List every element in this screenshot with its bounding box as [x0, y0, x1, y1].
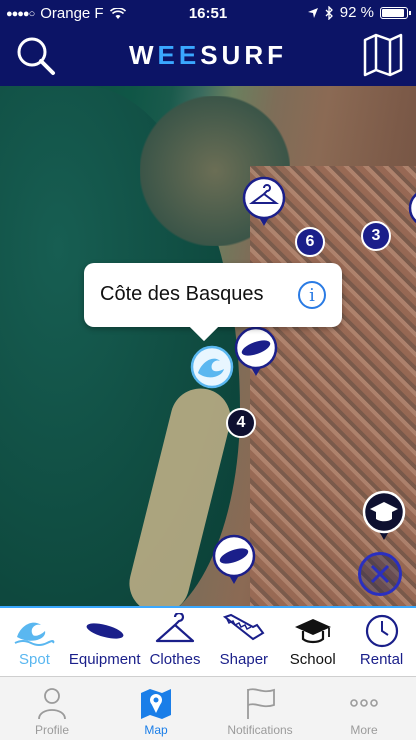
surfboard-marker-icon — [234, 326, 278, 376]
tab-notifications[interactable]: Notifications — [208, 677, 312, 740]
person-icon — [38, 688, 66, 720]
category-label: Rental — [359, 651, 404, 668]
category-clothes[interactable]: Clothes — [141, 608, 210, 676]
category-label: Spot — [19, 651, 50, 668]
satellite-map[interactable]: 6 3 4 Côte des Basques i — [0, 86, 416, 606]
info-button[interactable]: i — [298, 281, 326, 309]
equipment-pin[interactable] — [212, 534, 256, 586]
spot-pin-selected[interactable] — [190, 345, 234, 397]
more-icon — [350, 699, 378, 707]
cluster-badge[interactable]: 3 — [361, 221, 391, 251]
map-view-button[interactable] — [362, 32, 404, 78]
wave-icon — [14, 622, 55, 646]
category-label: Shaper — [219, 651, 269, 668]
tab-more[interactable]: More — [312, 677, 416, 740]
equipment-pin[interactable] — [234, 326, 278, 378]
category-label: Clothes — [149, 651, 201, 668]
bottom-tab-bar: Profile Map Notifications More — [0, 676, 416, 740]
location-arrow-icon — [307, 7, 318, 18]
school-pin[interactable] — [362, 490, 406, 542]
clothes-pin[interactable] — [242, 176, 286, 228]
battery-icon — [380, 6, 411, 19]
category-rental[interactable]: Rental — [347, 608, 416, 676]
close-filter-button[interactable] — [358, 552, 402, 596]
graduation-cap-marker-icon — [362, 490, 406, 540]
category-school[interactable]: School — [278, 608, 347, 676]
status-bar: ●●●●○ Orange F 16:51 92 % — [0, 0, 416, 28]
graduation-cap-icon — [294, 619, 331, 644]
hanger-marker-icon — [242, 176, 286, 226]
info-icon: i — [309, 284, 315, 306]
cluster-badge[interactable]: 4 — [226, 408, 256, 438]
callout-title: Côte des Basques — [100, 283, 264, 305]
tab-label: More — [350, 723, 378, 737]
battery-percent: 92 % — [339, 4, 374, 21]
surfboard-icon — [86, 623, 124, 639]
hanger-icon — [155, 613, 195, 643]
category-label: School — [289, 651, 336, 668]
offscreen-pin[interactable] — [406, 186, 416, 238]
tab-label: Map — [144, 723, 168, 737]
tab-label: Profile — [34, 723, 69, 737]
category-equipment[interactable]: Equipment — [69, 608, 141, 676]
app-header: WEESURF — [0, 28, 416, 86]
bluetooth-icon — [325, 5, 333, 20]
category-filter-bar: Spot Equipment Clothes Shaper School Ren… — [0, 606, 416, 676]
clock-icon — [365, 614, 398, 648]
status-right: 92 % — [307, 4, 411, 21]
close-icon — [370, 564, 390, 584]
cluster-badge[interactable]: 6 — [295, 227, 325, 257]
tab-profile[interactable]: Profile — [0, 677, 104, 740]
marker-icon — [408, 192, 416, 224]
app-logo: WEESURF — [128, 40, 287, 70]
tab-label: Notifications — [227, 723, 293, 737]
wave-marker-icon — [190, 345, 234, 389]
category-label: Equipment — [68, 651, 141, 668]
category-spot[interactable]: Spot — [0, 608, 69, 676]
saw-icon — [222, 613, 265, 641]
surfboard-marker-icon — [212, 534, 256, 584]
tab-map[interactable]: Map — [104, 677, 208, 740]
flag-icon — [247, 688, 275, 719]
category-shaper[interactable]: Shaper — [209, 608, 278, 676]
folded-map-icon — [363, 33, 403, 77]
spot-callout[interactable]: Côte des Basques i — [84, 263, 342, 342]
map-pin-icon — [141, 689, 171, 719]
